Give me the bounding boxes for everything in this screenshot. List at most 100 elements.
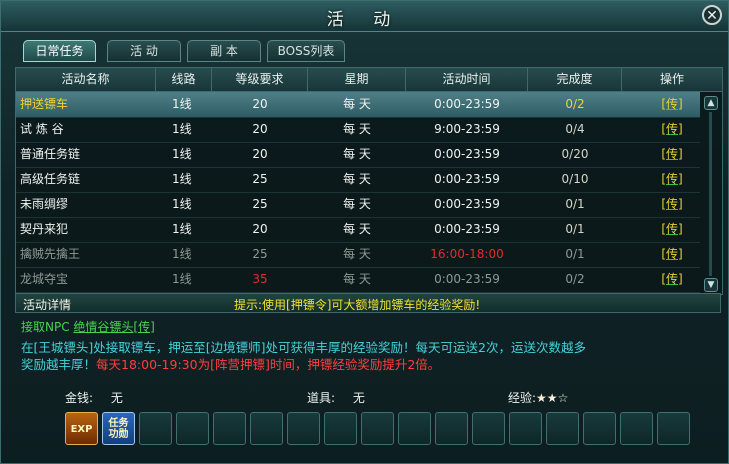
money-value: 无 [110, 391, 123, 405]
window-title: 活 动 [326, 10, 403, 30]
reward-slot[interactable] [287, 412, 320, 445]
npc-prefix: 接取NPC [21, 320, 70, 334]
header-week: 星期 [308, 68, 406, 91]
cell-week: 每 天 [343, 222, 371, 236]
item-label: 道具: [307, 391, 336, 405]
reward-slot[interactable] [324, 412, 357, 445]
cell-name: 龙城夺宝 [20, 272, 69, 286]
table-row[interactable]: 擒贼先擒王 1线 25 每 天 16:00-18:00 0/1 [传] [16, 242, 700, 268]
item-value: 无 [352, 391, 365, 405]
cell-time: 0:00-23:59 [434, 272, 500, 286]
cell-level: 35 [252, 272, 268, 286]
cell-time: 9:00-23:59 [434, 122, 500, 136]
cell-progress: 0/10 [561, 172, 589, 186]
reward-slot[interactable] [361, 412, 394, 445]
table-row[interactable]: 普通任务链 1线 20 每 天 0:00-23:59 0/20 [传] [16, 142, 700, 168]
cell-time: 16:00-18:00 [430, 247, 504, 261]
header-time: 活动时间 [406, 68, 528, 91]
cell-line: 1线 [172, 197, 192, 211]
table-row[interactable]: 高级任务链 1线 25 每 天 0:00-23:59 0/10 [传] [16, 167, 700, 193]
description-line-2a: 奖励越丰厚！ [21, 357, 97, 372]
cell-level: 25 [252, 197, 268, 211]
reward-slot[interactable] [435, 412, 468, 445]
merit-reward-icon[interactable]: 任务功勋 [102, 412, 135, 445]
exp-stars: ★★☆ [536, 391, 569, 405]
scrollbar[interactable]: ▲ ▼ [704, 96, 718, 292]
reward-slot[interactable] [139, 412, 172, 445]
cell-time: 0:00-23:59 [434, 97, 500, 111]
cell-time: 0:00-23:59 [434, 172, 500, 186]
detail-bar: 活动详情 提示:使用[押镖令]可大额增加镖车的经验奖励! [15, 293, 721, 313]
exp-reward-icon[interactable]: EXP [65, 412, 98, 445]
cell-level: 25 [252, 172, 268, 186]
scroll-up-icon[interactable]: ▲ [704, 96, 718, 110]
activity-table: 活动名称 线路 等级要求 星期 活动时间 完成度 操作 押送镖车 1线 20 每 天 0… [15, 67, 723, 295]
header-action: 操作 [659, 72, 684, 86]
reward-slot[interactable] [509, 412, 542, 445]
cell-level: 20 [252, 97, 268, 111]
tab-dungeons[interactable]: 副 本 [187, 40, 261, 62]
reward-slot[interactable] [583, 412, 616, 445]
cell-progress: 0/2 [565, 97, 585, 111]
scroll-track[interactable] [709, 112, 712, 276]
table-header: 活动名称 线路 等级要求 星期 活动时间 完成度 操作 [16, 68, 722, 92]
header-level: 等级要求 [212, 68, 308, 91]
cell-name: 高级任务链 [20, 172, 81, 186]
npc-link[interactable]: 绝情谷镖头[传] [73, 320, 154, 334]
detail-label: 活动详情 [23, 298, 72, 312]
header-line: 线路 [156, 68, 212, 91]
cell-week: 每 天 [343, 97, 371, 111]
reward-slot[interactable] [176, 412, 209, 445]
description-line-2b: 每天18:00-19:30为[阵营押镖]时间，押镖经验奖励提升2倍。 [96, 357, 441, 372]
reward-slot[interactable] [398, 412, 431, 445]
header-name: 活动名称 [16, 68, 156, 91]
teleport-link[interactable]: [传] [661, 197, 682, 211]
title-bar: 活 动 ✕ [1, 1, 728, 32]
description-line-1: 在[王城镖头]处接取镖车，押运至[边境镖师]处可获得丰厚的经验奖励！每天可运送2… [21, 340, 586, 355]
activity-description: 在[王城镖头]处接取镖车，押运至[边境镖师]处可获得丰厚的经验奖励！每天可运送2… [21, 339, 711, 373]
tab-activities[interactable]: 活 动 [107, 40, 181, 62]
cell-level: 20 [252, 147, 268, 161]
cell-level: 20 [252, 122, 268, 136]
cell-line: 1线 [172, 272, 192, 286]
reward-slot[interactable] [213, 412, 246, 445]
npc-line: 接取NPC 绝情谷镖头[传] [21, 318, 155, 335]
table-row[interactable]: 龙城夺宝 1线 35 每 天 0:00-23:59 0/2 [传] [16, 267, 700, 293]
reward-slot[interactable] [657, 412, 690, 445]
reward-slot[interactable] [472, 412, 505, 445]
teleport-link[interactable]: [传] [661, 97, 682, 111]
table-row[interactable]: 未雨绸缪 1线 25 每 天 0:00-23:59 0/1 [传] [16, 192, 700, 218]
teleport-link[interactable]: [传] [661, 122, 682, 136]
cell-week: 每 天 [343, 172, 371, 186]
reward-slot[interactable] [620, 412, 653, 445]
reward-slot[interactable] [546, 412, 579, 445]
scroll-down-icon[interactable]: ▼ [704, 278, 718, 292]
cell-progress: 0/1 [565, 222, 585, 236]
teleport-link[interactable]: [传] [661, 222, 682, 236]
reward-slot[interactable] [250, 412, 283, 445]
cell-time: 0:00-23:59 [434, 197, 500, 211]
cell-name: 押送镖车 [20, 97, 69, 111]
cell-line: 1线 [172, 222, 192, 236]
cell-level: 20 [252, 222, 268, 236]
teleport-link[interactable]: [传] [661, 247, 682, 261]
cell-progress: 0/4 [565, 122, 585, 136]
cell-progress: 0/1 [565, 197, 585, 211]
table-row[interactable]: 押送镖车 1线 20 每 天 0:00-23:59 0/2 [传] [16, 92, 700, 118]
teleport-link[interactable]: [传] [661, 172, 682, 186]
close-icon[interactable]: ✕ [702, 5, 722, 25]
tab-daily-tasks[interactable]: 日常任务 [23, 40, 96, 62]
cell-week: 每 天 [343, 197, 371, 211]
table-row[interactable]: 试 炼 谷 1线 20 每 天 9:00-23:59 0/4 [传] [16, 117, 700, 143]
merit-reward-text: 任务功勋 [108, 418, 129, 440]
money-label: 金钱: [65, 391, 94, 405]
table-row[interactable]: 契丹来犯 1线 20 每 天 0:00-23:59 0/1 [传] [16, 217, 700, 243]
teleport-link[interactable]: [传] [661, 272, 682, 286]
tab-boss-list[interactable]: BOSS列表 [267, 40, 345, 62]
cell-week: 每 天 [343, 272, 371, 286]
reward-exp: 经验:★★☆ [508, 389, 568, 406]
teleport-link[interactable]: [传] [661, 147, 682, 161]
detail-hint: 提示:使用[押镖令]可大额增加镖车的经验奖励! [234, 298, 481, 312]
cell-progress: 0/1 [565, 247, 585, 261]
cell-name: 普通任务链 [20, 147, 81, 161]
